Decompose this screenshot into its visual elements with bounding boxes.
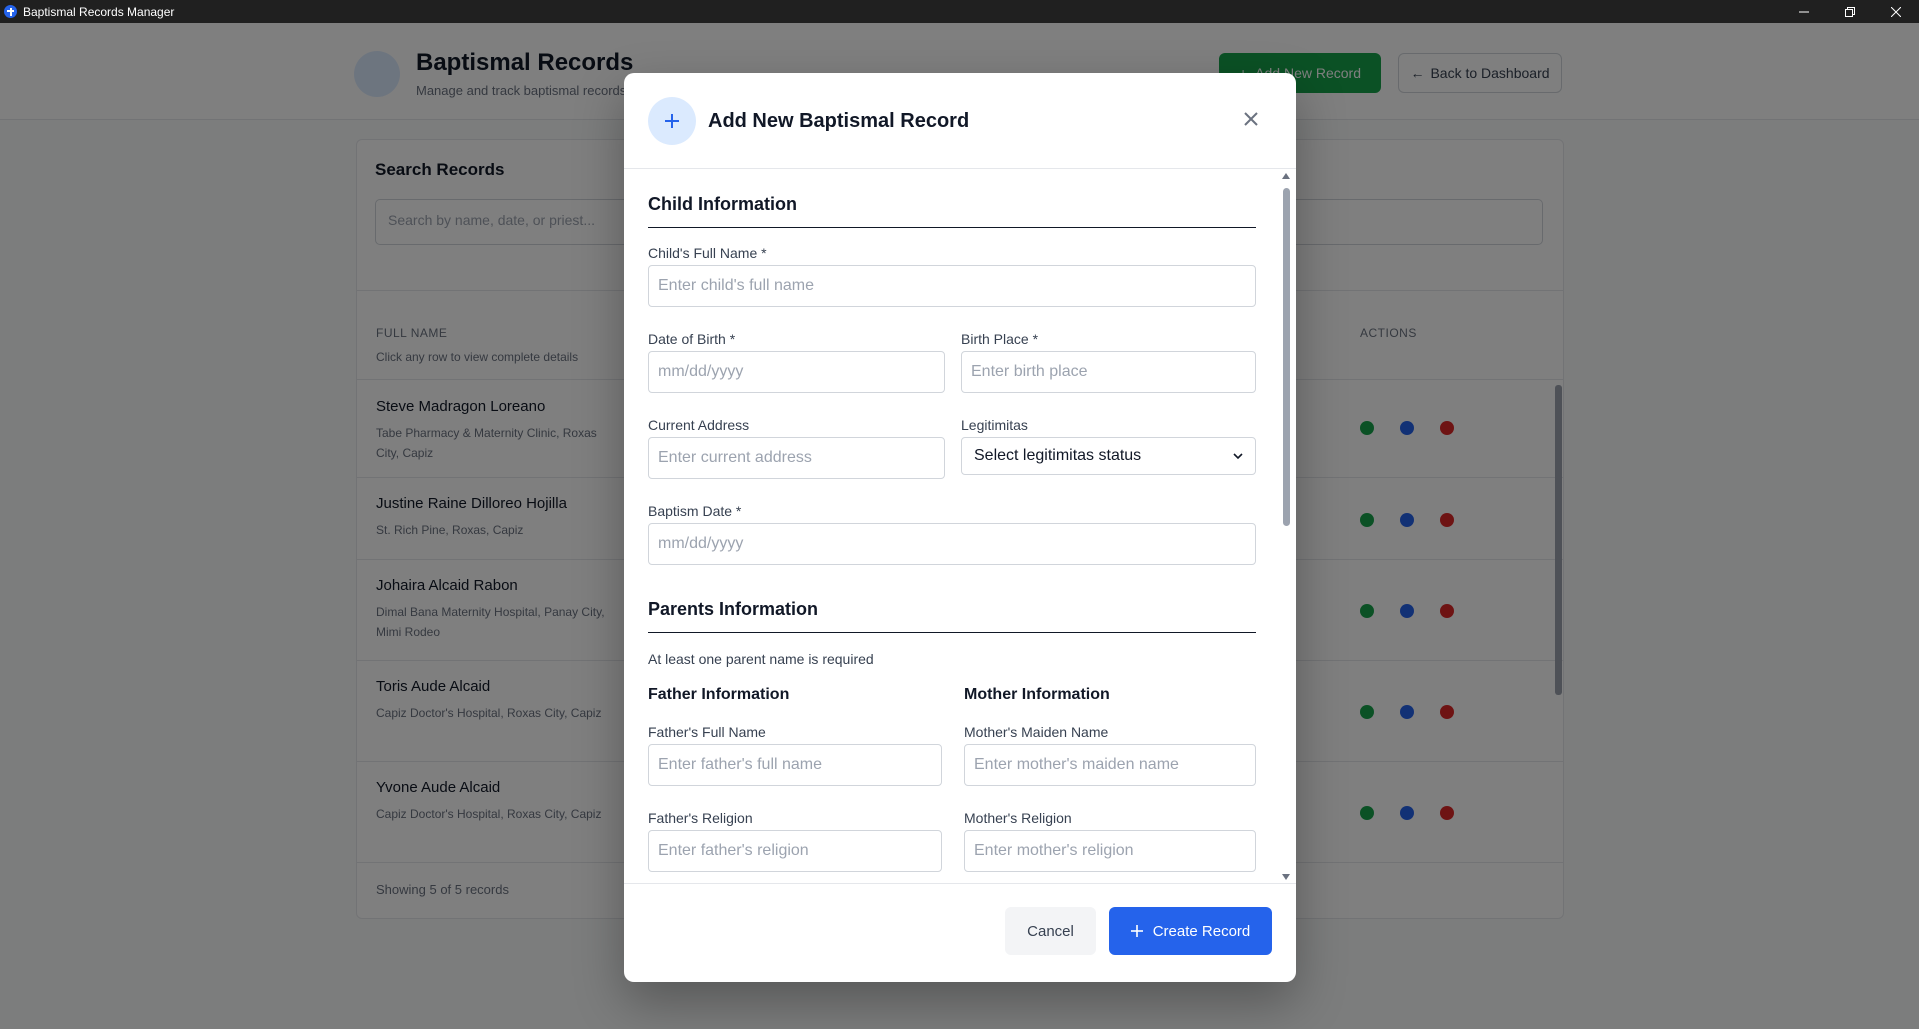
mother-name-label: Mother's Maiden Name: [964, 724, 1109, 740]
child-section-title: Child Information: [648, 194, 797, 214]
birthplace-input[interactable]: [961, 351, 1256, 393]
legitimitas-label: Legitimitas: [961, 417, 1028, 433]
father-religion-input[interactable]: [648, 830, 942, 872]
section-divider: [648, 227, 1256, 228]
plus-icon: [1130, 925, 1143, 937]
mother-name-input[interactable]: [964, 744, 1256, 786]
app-cross-icon: [4, 5, 17, 18]
restore-button[interactable]: [1827, 0, 1873, 23]
father-name-label: Father's Full Name: [648, 724, 766, 740]
modal-title: Add New Baptismal Record: [708, 110, 970, 132]
address-input[interactable]: [648, 437, 945, 479]
cancel-button[interactable]: Cancel: [1005, 907, 1096, 955]
parents-section-title: Parents Information: [648, 599, 819, 619]
close-window-icon: [1891, 6, 1901, 17]
child-name-label: Child's Full Name *: [648, 245, 767, 261]
father-name-input[interactable]: [648, 744, 942, 786]
create-record-button[interactable]: Create Record: [1109, 907, 1272, 955]
plus-icon: [648, 97, 696, 145]
father-heading: Father Information: [648, 686, 790, 703]
scrollbar-thumb[interactable]: [1283, 188, 1290, 526]
mother-religion-input[interactable]: [964, 830, 1256, 872]
father-religion-label: Father's Religion: [648, 810, 753, 826]
child-name-input[interactable]: [648, 265, 1256, 307]
close-modal-button[interactable]: [1240, 108, 1262, 130]
modal-body: Child Information Child's Full Name * Da…: [624, 170, 1296, 883]
modal-header: Add New Baptismal Record: [624, 73, 1296, 169]
mother-heading: Mother Information: [964, 686, 1110, 703]
minimize-button[interactable]: [1781, 0, 1827, 23]
birthplace-label: Birth Place *: [961, 331, 1039, 347]
scroll-up-arrow-icon[interactable]: [1282, 173, 1290, 179]
window-title: Baptismal Records Manager: [23, 4, 175, 19]
baptism-date-input[interactable]: [648, 523, 1256, 565]
legitimitas-value: Select legitimitas status: [974, 447, 1142, 464]
mother-religion-label: Mother's Religion: [964, 810, 1072, 826]
close-icon: [1244, 112, 1258, 126]
scroll-down-arrow-icon[interactable]: [1282, 874, 1290, 880]
modal-footer: Cancel Create Record: [624, 883, 1296, 982]
close-window-button[interactable]: [1873, 0, 1919, 23]
chevron-down-icon: [1233, 452, 1243, 459]
section-divider: [648, 632, 1256, 633]
add-record-modal: Add New Baptismal Record Child Informati…: [624, 73, 1296, 982]
baptism-date-label: Baptism Date *: [648, 503, 742, 519]
minimize-icon: [1799, 11, 1809, 12]
restore-icon: [1845, 6, 1855, 17]
dob-label: Date of Birth *: [648, 331, 736, 347]
dob-input[interactable]: [648, 351, 945, 393]
address-label: Current Address: [648, 417, 750, 433]
create-record-label: Create Record: [1152, 922, 1251, 940]
window-title-bar: Baptismal Records Manager: [0, 0, 1919, 23]
window-controls: [1781, 0, 1919, 23]
legitimitas-select[interactable]: Select legitimitas status: [961, 437, 1256, 475]
parents-note: At least one parent name is required: [648, 651, 874, 667]
